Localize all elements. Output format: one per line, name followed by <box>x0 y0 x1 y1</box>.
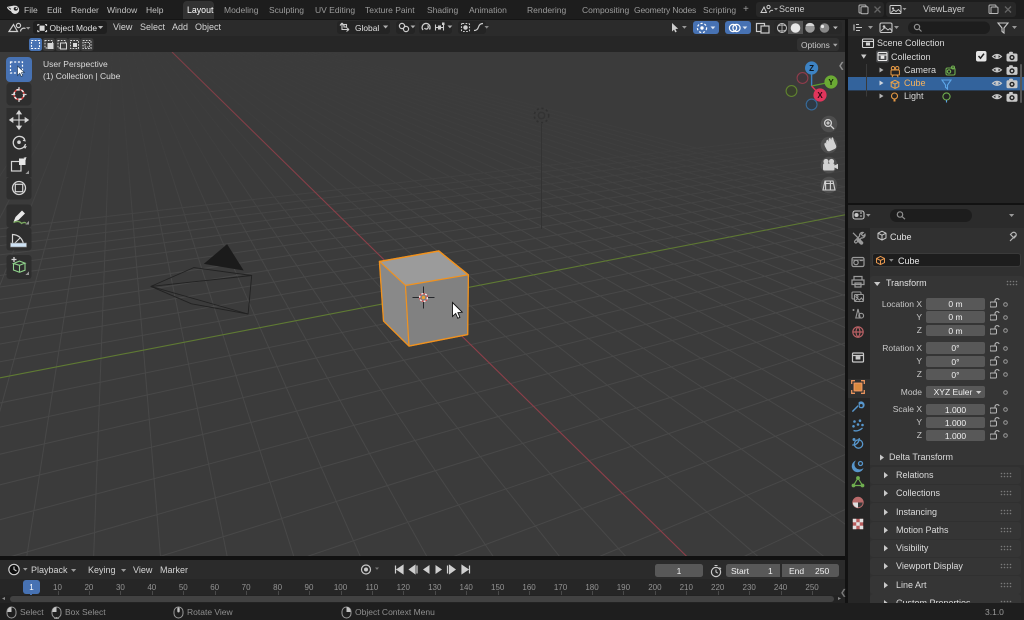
svg-text:X: X <box>817 91 823 100</box>
svg-text:Y: Y <box>828 78 834 87</box>
svg-text:Z: Z <box>809 64 814 73</box>
